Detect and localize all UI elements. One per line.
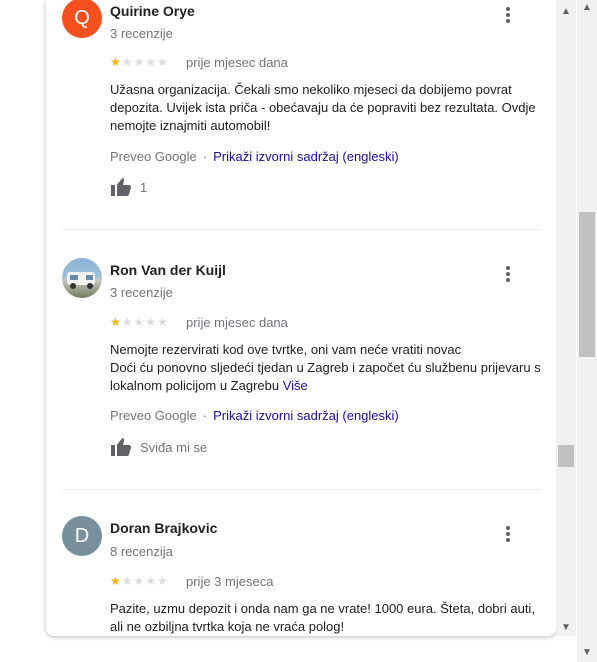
more-vert-icon[interactable] xyxy=(496,262,520,286)
review-date: prije mjesec dana xyxy=(186,315,288,330)
review-count[interactable]: 3 recenzije xyxy=(110,26,173,41)
like-label: Sviđa mi se xyxy=(140,439,208,455)
review-text: Nemojte rezervirati kod ove tvrtke, oni … xyxy=(110,341,550,395)
translated-by-label: Preveo Google xyxy=(110,149,197,164)
review-text-fragment: lokalnom policijom u Zagrebu xyxy=(110,378,280,393)
review-text-line: nemojte iznajmiti automobil! xyxy=(110,118,271,133)
inner-scrollbar[interactable]: ▲ ▼ xyxy=(556,0,576,636)
translated-by-label: Preveo Google xyxy=(110,408,197,423)
reviewer-name[interactable]: Ron Van der Kuijl xyxy=(110,262,226,278)
star-icon: ★★★★ xyxy=(121,315,169,329)
translation-info: Preveo Google · Prikaži izvorni sadržaj (e… xyxy=(110,408,399,423)
review-text-line: Doći ću ponovno sljedeći tjedan u Zagreb… xyxy=(110,360,541,375)
star-rating: ★★★★★ xyxy=(110,315,169,329)
star-rating: ★★★★★ xyxy=(110,574,169,588)
more-vert-icon[interactable] xyxy=(496,3,520,27)
review-date: prije 3 mjeseca xyxy=(186,574,274,589)
review-text-line: Užasna organizacija. Čekali smo nekoliko… xyxy=(110,82,512,97)
chevron-up-icon[interactable]: ▲ xyxy=(556,4,576,20)
avatar-letter: D xyxy=(74,525,90,547)
review-text: Užasna organizacija. Čekali smo nekoliko… xyxy=(110,81,550,135)
thumb-up-icon xyxy=(111,178,132,196)
star-icon: ★★★★ xyxy=(121,574,169,588)
page-scrollbar[interactable]: ▲ ▼ xyxy=(577,0,597,662)
review-text: Pazite, uzmu depozit i onda nam ga ne vr… xyxy=(110,600,550,636)
like-count: 1 xyxy=(140,179,148,195)
review-text-line: ali ne ozbiljna tvrtka koja ne vraća pol… xyxy=(110,619,345,634)
star-icon: ★★★★ xyxy=(121,55,169,69)
avatar[interactable] xyxy=(62,258,102,298)
star-icon: ★ xyxy=(110,55,122,69)
like-button[interactable]: 1 xyxy=(110,177,147,197)
separator-dot: · xyxy=(202,149,208,164)
scrollbar-thumb[interactable] xyxy=(579,212,595,357)
review-text-line: Nemojte rezervirati kod ove tvrtke, oni … xyxy=(110,342,462,357)
reviewer-name[interactable]: Doran Brajkovic xyxy=(110,520,217,536)
star-icon: ★ xyxy=(110,574,122,588)
review-count[interactable]: 3 recenzije xyxy=(110,285,173,300)
translation-info: Preveo Google · Prikaži izvorni sadržaj (e… xyxy=(110,149,399,164)
avatar[interactable]: Q xyxy=(62,0,102,38)
review-count[interactable]: 8 recenzija xyxy=(110,544,173,559)
avatar-letter: Q xyxy=(74,7,90,29)
like-button[interactable]: Sviđa mi se xyxy=(110,437,207,457)
more-link[interactable]: Više xyxy=(283,378,308,393)
separator-dot: · xyxy=(202,408,208,423)
reviewer-name[interactable]: Quirine Orye xyxy=(110,3,195,19)
more-vert-icon[interactable] xyxy=(496,522,520,546)
review-text-line: lokalnom policijom u Zagrebu Više xyxy=(110,377,550,395)
show-original-link[interactable]: Prikaži izvorni sadržaj (engleski) xyxy=(213,408,399,423)
chevron-down-icon[interactable]: ▼ xyxy=(556,620,576,636)
review-text-line: Pazite, uzmu depozit i onda nam ga ne vr… xyxy=(110,601,535,616)
divider xyxy=(62,229,540,230)
camper-photo xyxy=(67,272,95,289)
review-date: prije mjesec dana xyxy=(186,55,288,70)
thumb-up-icon xyxy=(111,438,132,456)
reviews-panel: Q Quirine Orye 3 recenzije ★★★★★ prije m… xyxy=(46,0,556,636)
chevron-up-icon[interactable]: ▲ xyxy=(577,0,597,16)
show-original-link[interactable]: Prikaži izvorni sadržaj (engleski) xyxy=(213,149,399,164)
chevron-down-icon[interactable]: ▼ xyxy=(577,645,597,661)
avatar[interactable]: D xyxy=(62,516,102,556)
scrollbar-thumb[interactable] xyxy=(558,445,574,467)
divider xyxy=(62,489,540,490)
review-text-line: depozita. Uvijek ista priča - obećavaju … xyxy=(110,100,536,115)
star-rating: ★★★★★ xyxy=(110,55,169,69)
star-icon: ★ xyxy=(110,315,122,329)
